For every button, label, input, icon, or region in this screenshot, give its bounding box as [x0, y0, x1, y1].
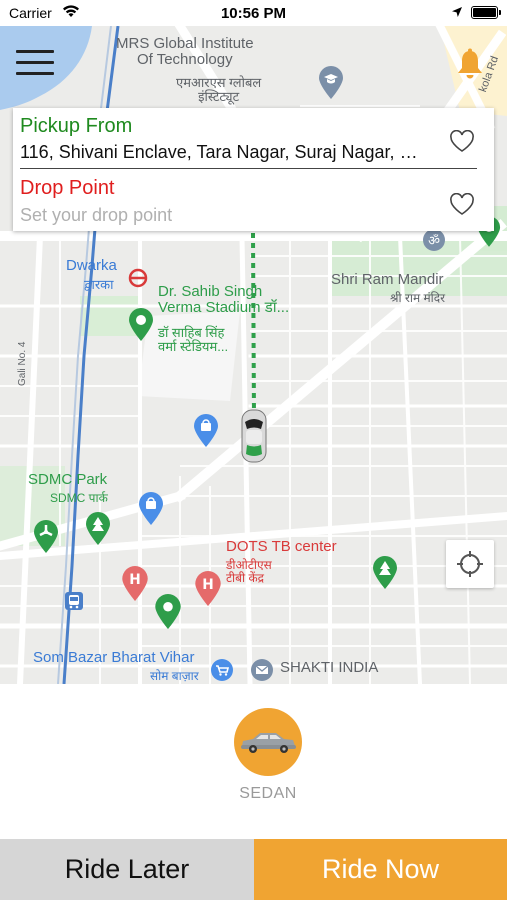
status-bar: Carrier 10:56 PM	[0, 0, 507, 26]
park-pinwheel-icon	[34, 520, 58, 553]
map-label-bazar-hindi: सोम बाज़ार	[150, 669, 199, 683]
map-label-tb-center: DOTS TB center	[226, 538, 337, 555]
temple-marker-icon: ॐ	[423, 229, 445, 251]
map-label-shakti: SHAKTI INDIA	[280, 659, 379, 676]
pickup-label: Pickup From	[20, 115, 133, 137]
sedan-car-icon	[241, 733, 296, 753]
ride-now-button[interactable]: Ride Now	[254, 839, 507, 900]
map-label-stadium-hindi: डॉ साहिब सिंह वर्मा स्टेडियम...	[158, 325, 229, 354]
shopping-cart-icon	[211, 659, 233, 681]
graduation-cap-icon	[319, 66, 343, 99]
svg-text:ॐ: ॐ	[428, 234, 440, 249]
favorite-pickup-button[interactable]	[448, 128, 476, 154]
tree-marker-icon	[373, 556, 397, 589]
bus-stop-icon	[65, 592, 83, 610]
location-arrow-icon	[452, 7, 462, 17]
map-label-gali: Gali No. 4	[17, 341, 28, 386]
svg-text:H: H	[202, 577, 214, 593]
map-label-dwarka: Dwarka	[66, 257, 117, 274]
hamburger-menu-icon	[16, 50, 54, 53]
mail-marker-icon	[251, 659, 273, 681]
map-label-temple-hindi: श्री राम मंदिर	[390, 291, 446, 305]
map-label-temple: Shri Ram Mandir	[331, 271, 444, 288]
favorite-drop-button[interactable]	[448, 191, 476, 217]
map-label-dwarka-hindi: द्वारका	[84, 277, 114, 292]
svg-text:H: H	[129, 572, 141, 588]
address-card: Pickup From 116, Shivani Enclave, Tara N…	[13, 108, 494, 231]
my-location-button[interactable]	[446, 540, 494, 588]
map-label-park-hindi: SDMC पार्क	[50, 491, 108, 505]
vehicle-name: SEDAN	[239, 785, 297, 802]
heart-icon	[450, 129, 474, 152]
map-label-stadium: Dr. Sahib Singh Verma Stadium डॉ...	[158, 283, 290, 316]
map-label-institute-hindi: एमआरएस ग्लोबल इंस्टिट्यूट	[176, 75, 262, 104]
battery-icon	[471, 6, 501, 19]
drop-label: Drop Point	[20, 177, 115, 199]
vehicle-option-sedan[interactable]: SEDAN	[234, 708, 302, 802]
clock: 10:56 PM	[220, 5, 287, 22]
car-marker-icon	[241, 409, 267, 463]
tree-marker-icon	[86, 512, 110, 545]
map-label-tb-center-hindi: डीओटीएस टीबी केंद्र	[226, 558, 272, 585]
shopping-bag-icon	[139, 492, 163, 525]
hospital-marker-icon: H	[195, 571, 221, 606]
map-label-institute: MRS Global Institute Of Technology	[116, 35, 254, 68]
vehicle-circle	[234, 708, 302, 776]
crosshair-icon	[457, 551, 483, 577]
pickup-address-field[interactable]: 116, Shivani Enclave, Tara Nagar, Suraj …	[20, 142, 430, 163]
ride-later-button[interactable]: Ride Later	[0, 839, 254, 900]
divider	[20, 168, 477, 169]
map-label-park: SDMC Park	[28, 471, 108, 488]
map-label-bazar: Som Bazar Bharat Vihar	[33, 649, 195, 666]
menu-button[interactable]	[16, 49, 54, 77]
drop-point-input[interactable]	[20, 205, 420, 226]
location-pin-icon	[155, 594, 181, 629]
shopping-bag-icon	[194, 414, 218, 447]
metro-station-icon	[128, 268, 148, 288]
hospital-marker-icon: H	[122, 566, 148, 601]
bell-icon[interactable]	[455, 48, 485, 80]
stadium-marker-icon	[129, 308, 153, 341]
heart-icon	[450, 192, 474, 215]
